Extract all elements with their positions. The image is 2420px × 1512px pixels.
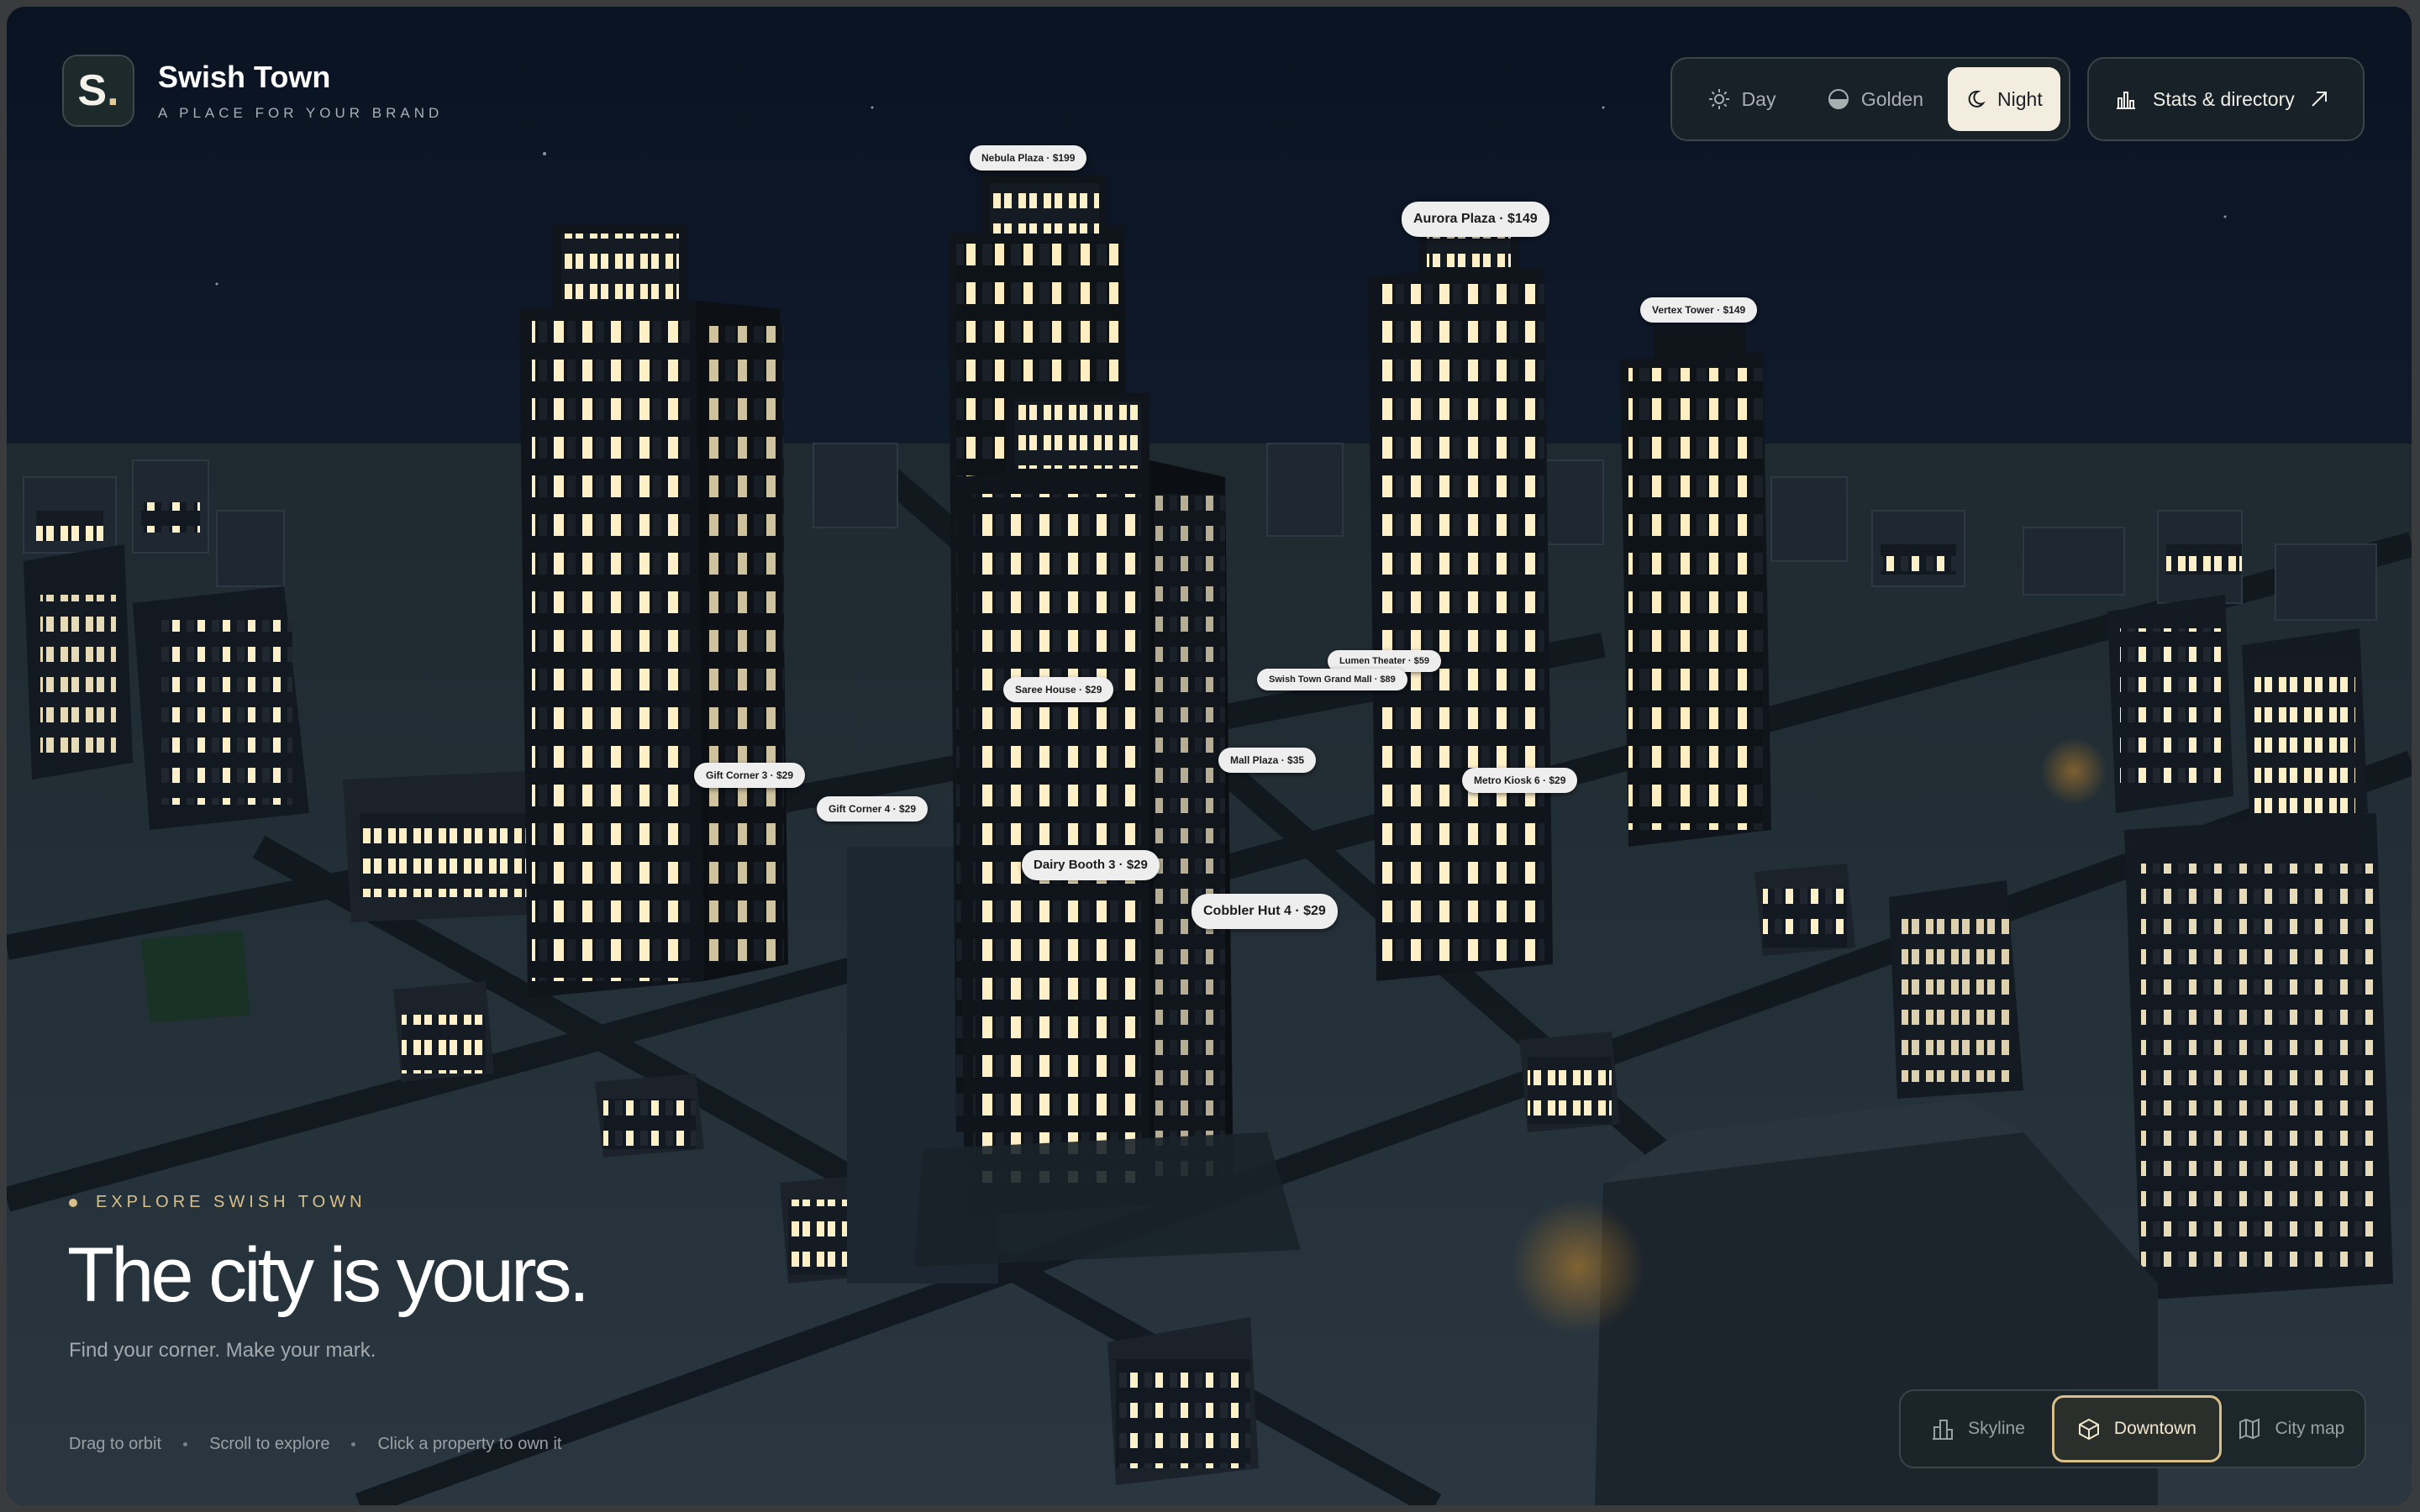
hint-separator — [183, 1442, 188, 1446]
cube-icon — [2078, 1418, 2099, 1441]
view-city-map-label: City map — [2275, 1419, 2345, 1438]
hint-scroll: Scroll to explore — [209, 1435, 330, 1453]
property-label-aurora-plaza[interactable]: Aurora Plaza · $149 — [1402, 202, 1549, 237]
view-downtown-button[interactable]: Downtown — [2052, 1395, 2222, 1462]
skyline-icon — [1933, 1420, 1954, 1440]
mode-night-label: Night — [1997, 87, 2043, 110]
eyebrow-dot-icon — [69, 1198, 77, 1207]
mode-golden-label: Golden — [1860, 87, 1923, 110]
mode-day-button[interactable]: Day — [1681, 67, 1803, 131]
time-of-day-switcher: Day Golden Night — [1670, 57, 2070, 141]
arrow-up-right-icon — [2312, 92, 2327, 107]
property-label-gift-corner-3[interactable]: Gift Corner 3 · $29 — [694, 763, 806, 788]
view-skyline-button[interactable]: Skyline — [1907, 1395, 2049, 1462]
brand-title: Swish Town — [158, 60, 331, 94]
property-label-cobbler-hut-4[interactable]: Cobbler Hut 4 · $29 — [1192, 894, 1338, 929]
hint-separator — [351, 1442, 356, 1446]
view-skyline-label: Skyline — [1968, 1419, 2025, 1438]
property-label-dairy-booth-3[interactable]: Dairy Booth 3 · $29 — [1022, 850, 1160, 880]
explore-eyebrow-text: EXPLORE SWISH TOWN — [96, 1193, 366, 1211]
hint-drag: Drag to orbit — [69, 1435, 162, 1453]
hero-subtitle: Find your corner. Make your mark. — [69, 1339, 376, 1362]
explore-eyebrow: EXPLORE SWISH TOWN — [69, 1193, 366, 1212]
property-label-vertex-tower[interactable]: Vertex Tower · $149 — [1640, 297, 1758, 323]
brand-tagline: A PLACE FOR YOUR BRAND — [158, 105, 444, 121]
brand-logo[interactable]: S. — [62, 55, 134, 127]
brand-block[interactable]: S. Swish Town A PLACE FOR YOUR BRAND — [62, 55, 443, 127]
property-label-metro-kiosk-6[interactable]: Metro Kiosk 6 · $29 — [1462, 768, 1578, 793]
property-label-saree-house[interactable]: Saree House · $29 — [1003, 677, 1114, 702]
hint-click: Click a property to own it — [377, 1435, 562, 1453]
property-label-mall-plaza[interactable]: Mall Plaza · $35 — [1218, 748, 1317, 773]
stats-directory-label: Stats & directory — [2153, 87, 2295, 110]
sun-icon — [1708, 89, 1729, 109]
property-label-nebula-plaza[interactable]: Nebula Plaza · $199 — [970, 145, 1087, 171]
view-downtown-label: Downtown — [2113, 1419, 2196, 1438]
mode-night-button[interactable]: Night — [1947, 67, 2060, 131]
property-label-gift-corner-4[interactable]: Gift Corner 4 · $29 — [817, 796, 929, 822]
mode-day-label: Day — [1741, 87, 1776, 110]
stats-directory-button[interactable]: Stats & directory — [2087, 57, 2365, 141]
mode-golden-button[interactable]: Golden — [1807, 67, 1944, 131]
hero-headline: The city is yours. — [67, 1232, 590, 1318]
property-label-grand-mall[interactable]: Swish Town Grand Mall · $89 — [1257, 669, 1407, 690]
bar-chart-icon — [2117, 92, 2135, 109]
interaction-hints: Drag to orbit Scroll to explore Click a … — [69, 1435, 561, 1454]
moon-icon — [1968, 90, 1986, 108]
view-city-map-button[interactable]: City map — [2225, 1395, 2358, 1462]
camera-view-switcher: Skyline Downtown City map — [1899, 1389, 2366, 1468]
map-icon — [2239, 1418, 2260, 1440]
app-frame: S. Swish Town A PLACE FOR YOUR BRAND Day… — [7, 7, 2412, 1505]
half-sun-icon — [1828, 89, 1849, 109]
